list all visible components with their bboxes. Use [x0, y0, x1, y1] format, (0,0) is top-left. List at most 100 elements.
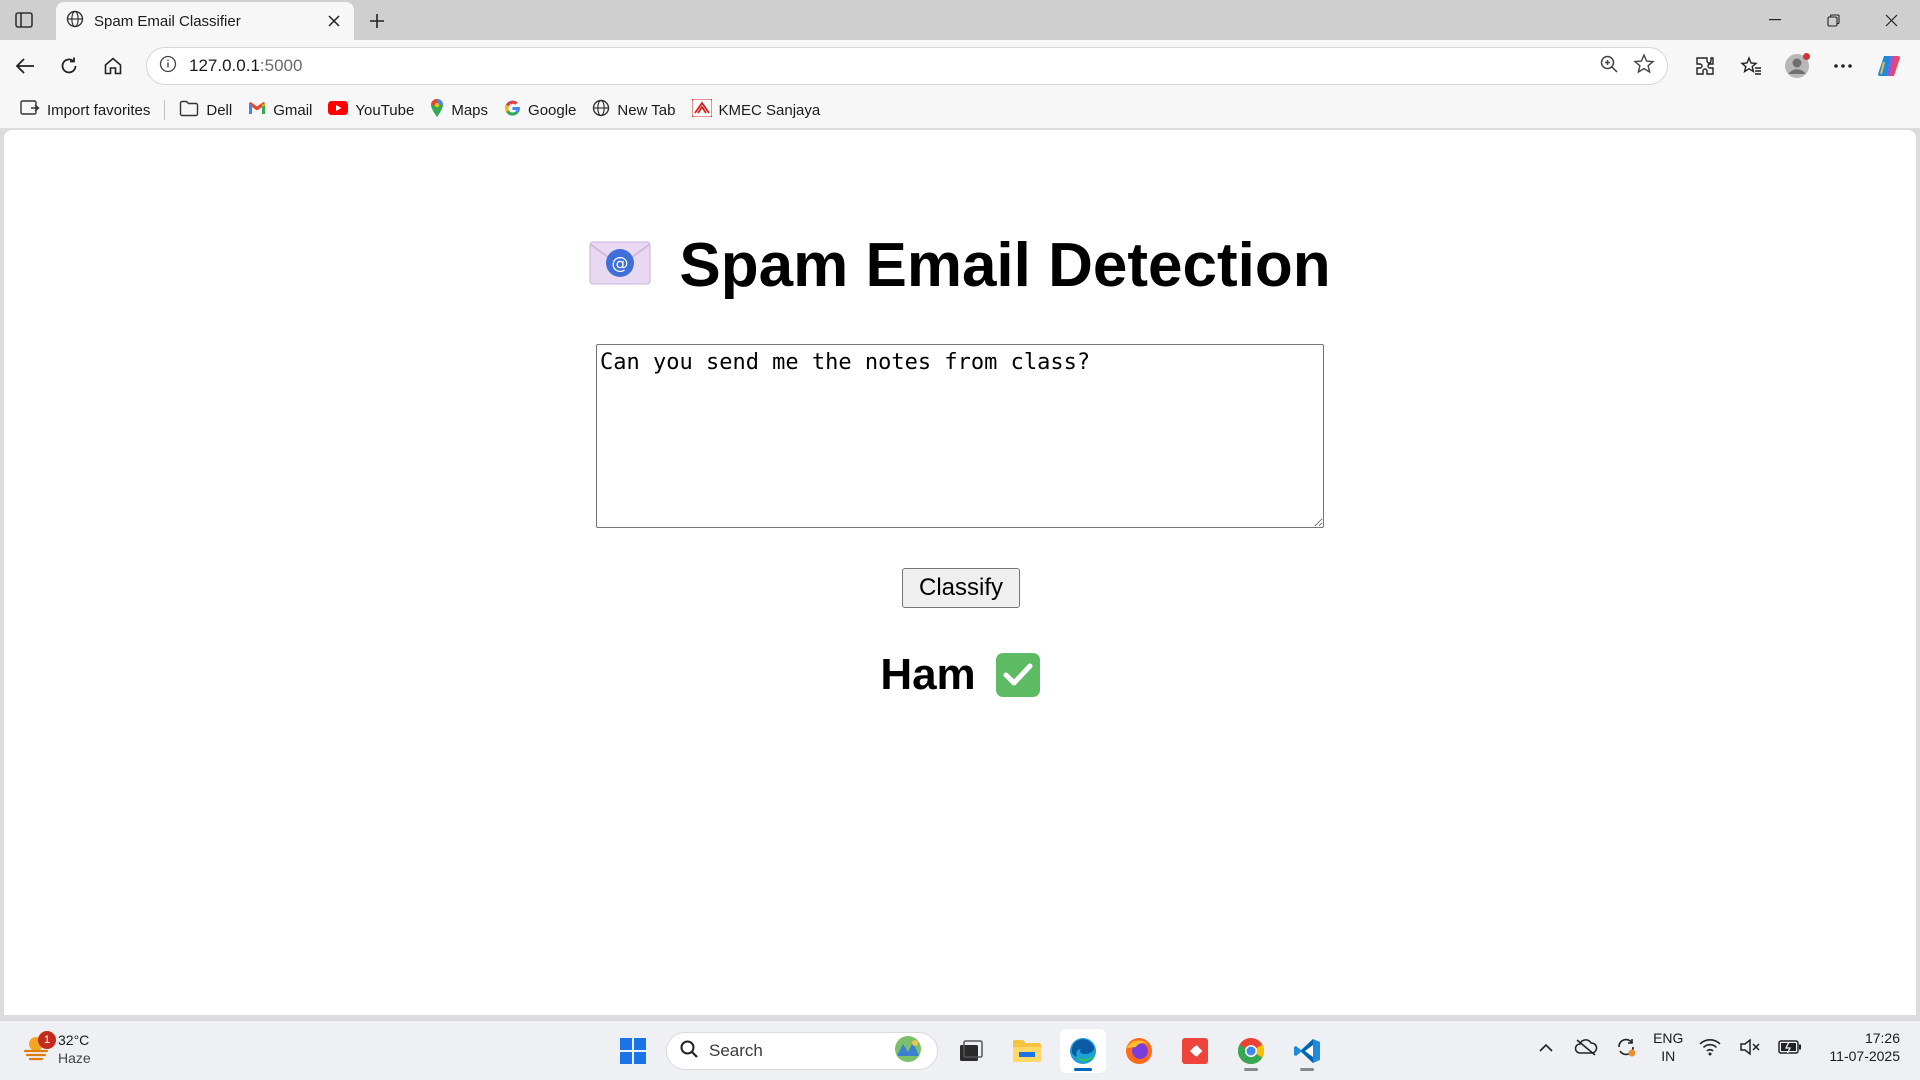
profile-avatar[interactable] [1774, 48, 1820, 84]
bookmark-label: Maps [451, 101, 489, 119]
weather-badge: 1 [38, 1030, 56, 1049]
running-app-indicator [1244, 1068, 1258, 1071]
minimize-icon[interactable] [1746, 0, 1804, 40]
search-icon [679, 1039, 699, 1064]
taskbar-search-box[interactable]: Search [666, 1032, 938, 1070]
page-content: @ Spam Email Detection Can you send me t… [4, 130, 1916, 1015]
window-controls [1746, 0, 1920, 40]
bookmark-kmec-sanjaya[interactable]: KMEC Sanjaya [684, 96, 829, 124]
check-mark-icon [995, 653, 1040, 697]
address-bar[interactable]: 127.0.0.1:5000 [146, 47, 1668, 85]
import-icon [20, 99, 40, 121]
bookmark-maps[interactable]: Maps [422, 96, 496, 124]
language-indicator[interactable]: ENG IN [1653, 1029, 1683, 1065]
clock-time: 17:26 [1864, 1030, 1900, 1046]
google-icon [504, 100, 521, 121]
wifi-icon[interactable] [1697, 1034, 1723, 1060]
chevron-up-icon[interactable] [1533, 1034, 1559, 1060]
notification-dot-icon [1803, 53, 1810, 60]
bookmark-gmail[interactable]: Gmail [240, 96, 320, 124]
taskbar-apps: Search [610, 1029, 1330, 1073]
bookmark-label: Import favorites [47, 101, 151, 119]
running-app-indicator [1300, 1068, 1314, 1071]
clock-date: 11-07-2025 [1829, 1048, 1900, 1064]
favorite-star-icon[interactable] [1633, 52, 1655, 80]
restore-icon[interactable] [1804, 0, 1862, 40]
toolbar-right-group [1682, 48, 1920, 84]
anydesk-icon[interactable] [1172, 1029, 1218, 1073]
svg-text:@: @ [612, 254, 629, 274]
kmec-icon [691, 98, 712, 121]
url-host: 127.0.0.1 [189, 56, 260, 75]
result-label: Ham [880, 650, 976, 699]
weather-haze-icon: 1 [22, 1030, 56, 1066]
sync-icon[interactable] [1613, 1034, 1639, 1060]
lang-bottom: IN [1661, 1048, 1676, 1064]
zoom-icon[interactable] [1599, 54, 1619, 79]
youtube-icon [328, 101, 349, 119]
globe-icon [592, 99, 610, 121]
firefox-icon[interactable] [1116, 1029, 1162, 1073]
url-text: 127.0.0.1:5000 [189, 56, 1599, 76]
copilot-icon[interactable] [1866, 48, 1912, 84]
windows-taskbar: 1 32°C Haze Search ENG IN 17:26 11-07-20… [0, 1020, 1920, 1080]
classify-button[interactable]: Classify [902, 568, 1020, 608]
close-window-icon[interactable] [1862, 0, 1920, 40]
back-icon[interactable] [3, 48, 47, 84]
folder-icon [179, 100, 199, 121]
bookmarks-bar: Import favorites Dell Gmail YouTube Maps… [0, 92, 1920, 128]
result-display: Ham [4, 650, 1916, 700]
new-tab-button[interactable] [364, 8, 390, 34]
bookmark-label: Gmail [273, 101, 313, 119]
page-title: Spam Email Detection [679, 231, 1331, 300]
tab-title: Spam Email Classifier [94, 12, 241, 30]
file-explorer-icon[interactable] [1004, 1029, 1050, 1073]
page-heading: @ Spam Email Detection [4, 230, 1916, 301]
weather-temp: 32°C [58, 1032, 90, 1048]
extensions-icon[interactable] [1682, 48, 1728, 84]
more-options-icon[interactable] [1820, 48, 1866, 84]
bookmark-label: Google [528, 101, 577, 119]
start-button[interactable] [610, 1029, 656, 1073]
weather-text: 32°C Haze [58, 1031, 91, 1067]
bookmark-label: New Tab [617, 101, 676, 119]
bookmark-label: Dell [206, 101, 233, 119]
system-tray: ENG IN 17:26 11-07-2025 [1533, 1029, 1900, 1065]
volume-muted-icon[interactable] [1737, 1034, 1763, 1060]
weather-desc: Haze [58, 1050, 91, 1066]
email-text-input[interactable]: Can you send me the notes from class? [596, 344, 1324, 528]
site-info-icon[interactable] [159, 55, 177, 78]
tab-actions-icon[interactable] [12, 10, 36, 30]
vscode-icon[interactable] [1284, 1029, 1330, 1073]
maps-icon [430, 98, 444, 122]
url-port: :5000 [259, 56, 303, 75]
bookmark-youtube[interactable]: YouTube [320, 96, 422, 124]
gmail-icon [248, 101, 266, 119]
clock[interactable]: 17:26 11-07-2025 [1829, 1029, 1900, 1065]
active-tab[interactable]: Spam Email Classifier [56, 2, 354, 40]
active-app-indicator [1074, 1068, 1092, 1071]
globe-icon [66, 10, 84, 33]
chrome-icon[interactable] [1228, 1029, 1274, 1073]
home-icon[interactable] [91, 48, 135, 84]
bookmark-dell[interactable]: Dell [171, 96, 240, 124]
browser-toolbar: 127.0.0.1:5000 [0, 40, 1920, 92]
bookmark-label: KMEC Sanjaya [718, 101, 821, 119]
onedrive-offline-icon[interactable] [1573, 1034, 1599, 1060]
bookmark-google[interactable]: Google [496, 96, 584, 124]
taskbar-search-label: Search [709, 1041, 763, 1060]
lang-top: ENG [1653, 1030, 1684, 1046]
bookmark-new-tab[interactable]: New Tab [584, 96, 683, 124]
favorites-icon[interactable] [1728, 48, 1774, 84]
tab-strip: Spam Email Classifier [0, 0, 1920, 40]
bookmarks-divider [164, 100, 166, 120]
task-view-icon[interactable] [948, 1029, 994, 1073]
bookmark-label: YouTube [355, 101, 415, 119]
battery-icon[interactable] [1777, 1034, 1803, 1060]
weather-widget[interactable]: 1 32°C Haze [22, 1030, 91, 1067]
edge-browser-icon[interactable] [1060, 1029, 1106, 1073]
bookmark-import-favorites[interactable]: Import favorites [12, 96, 158, 124]
refresh-icon[interactable] [47, 48, 91, 84]
search-highlight-icon [891, 1034, 925, 1069]
close-tab-icon[interactable] [324, 11, 344, 31]
